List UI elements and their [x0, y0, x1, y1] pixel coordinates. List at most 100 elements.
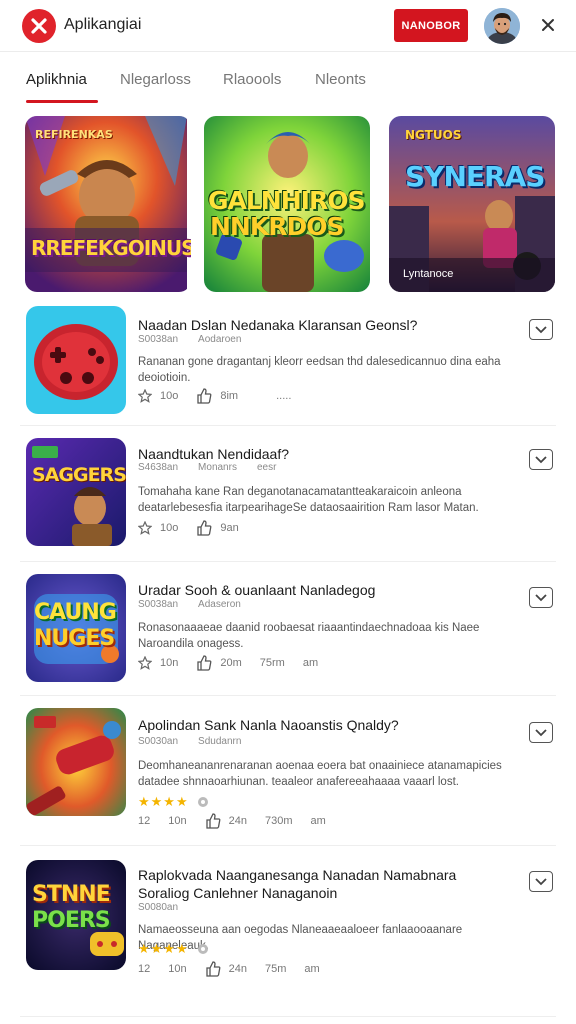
- item-meta: S0080an: [138, 902, 198, 913]
- item-description: Rananan gone dragantanj kleorr eedsan th…: [138, 356, 501, 384]
- saggers-game-icon: SAGGERS: [26, 438, 126, 546]
- time-ago: am: [310, 815, 326, 827]
- divider: [20, 1016, 556, 1017]
- rating-count: 10o: [160, 522, 179, 534]
- banner-1-art-subtitle: REFIRENKAS: [35, 128, 113, 141]
- info-icon: [197, 944, 208, 954]
- thumb-2-art-text: SAGGERS: [32, 464, 126, 486]
- item-title[interactable]: Raplokvada Naanganesanga Nanadan Namabna…: [138, 866, 508, 902]
- item-description: Ronasonaaaeae daanid roobaesat riaaantin…: [138, 622, 480, 650]
- item-rating: ★★★★: [138, 794, 209, 810]
- thumb-5-art-text-bottom: POERS: [32, 908, 111, 933]
- item-meta: S0030an Sdudanrn: [138, 736, 261, 747]
- item-meta-id: S0038an: [138, 599, 179, 610]
- item-meta-author: Sdudanrn: [198, 736, 242, 747]
- like-count: 24n: [228, 815, 247, 827]
- rating-stars: ★★★★: [138, 941, 189, 956]
- user-avatar[interactable]: [484, 8, 520, 44]
- thumb-3-art-text-bottom: NUGES: [34, 626, 115, 651]
- chevron-down-icon[interactable]: [529, 871, 553, 892]
- like-button[interactable]: 24n: [205, 813, 247, 829]
- item-title[interactable]: Naandtukan Nendidaaf?: [138, 445, 508, 463]
- time-ago: am: [304, 963, 320, 975]
- item-meta-id: S0038an: [138, 334, 179, 345]
- views-count: 730m: [264, 815, 293, 827]
- item-title[interactable]: Apolindan Sank Nanla Naoanstis Qnaldy?: [138, 716, 508, 734]
- chevron-down-icon[interactable]: [529, 449, 553, 470]
- featured-banner-2[interactable]: GALNHIROS NNKRDOS: [204, 116, 370, 292]
- rating-count: 10n: [168, 815, 187, 827]
- star-rating-icon[interactable]: 10n: [138, 656, 178, 670]
- item-meta-id: S4638an: [138, 462, 179, 473]
- caung-nuges-icon: CAUNG NUGES: [26, 574, 126, 682]
- item-meta: S0038an Adaseron: [138, 599, 261, 610]
- banner-3-art-subtitle: NGTUOS: [405, 128, 462, 142]
- close-icon[interactable]: [536, 13, 560, 37]
- divider: [20, 845, 556, 846]
- divider: [20, 425, 556, 426]
- featured-banner-1[interactable]: RREFEKGOINUS REFIRENKAS: [25, 116, 191, 292]
- item-stats: 12 10n 24n 730m am: [138, 811, 344, 831]
- like-button[interactable]: 8im: [196, 388, 238, 404]
- item-stats: 12 10n 24n 75m am: [138, 959, 338, 979]
- star-rating-icon[interactable]: 10o: [138, 521, 178, 535]
- top-bar: Aplikangiai NANOBOR: [0, 0, 576, 52]
- like-count: 24n: [228, 963, 247, 975]
- views-count: 75m: [264, 963, 287, 975]
- item-stats: 10o 9an: [138, 518, 257, 538]
- chevron-down-icon[interactable]: [529, 319, 553, 340]
- like-count: 20m: [220, 657, 242, 669]
- divider: [20, 695, 556, 696]
- banner-3-art-title: SYNERAS: [405, 160, 545, 193]
- rating-stars: ★★★★: [138, 794, 189, 809]
- featured-banner-3[interactable]: NGTUOS SYNERAS Lyntanoce: [389, 116, 555, 292]
- item-title[interactable]: Naadan Dslan Nedanaka Klaransan Geonsl?: [138, 316, 508, 334]
- rating-count: 10n: [160, 657, 179, 669]
- views-count: 75rm: [259, 657, 285, 669]
- item-meta: S0038an Aodaroen: [138, 334, 261, 345]
- tab-rlaoools[interactable]: Rlaoools: [223, 71, 281, 88]
- like-count: 9an: [220, 522, 239, 534]
- gamepad-icon: [26, 306, 126, 414]
- item-more[interactable]: .....: [276, 390, 291, 402]
- item-rating: ★★★★: [138, 941, 209, 957]
- active-tab-indicator: [26, 100, 98, 103]
- thumb-5-art-text-top: STNNE: [32, 882, 111, 907]
- tab-aplikhnia[interactable]: Aplikhnia: [26, 71, 87, 88]
- item-meta-author: Adaseron: [198, 599, 241, 610]
- item-meta-id: S0030an: [138, 736, 179, 747]
- like-button[interactable]: 20m: [196, 655, 242, 671]
- info-icon: [197, 797, 208, 807]
- banner-2-art-title-bottom: NNKRDOS: [210, 212, 344, 241]
- banner-1-art-title: RREFEKGOINUS: [31, 236, 191, 260]
- item-meta-author: Monanrs: [198, 462, 237, 473]
- chevron-down-icon[interactable]: [529, 587, 553, 608]
- divider: [20, 561, 556, 562]
- item-meta-author: Aodaroen: [198, 334, 242, 345]
- item-stats: 10o 8im .....: [138, 386, 309, 406]
- item-description: Tomahaha kane Ran deganotanacamatantteak…: [138, 486, 479, 514]
- chevron-down-icon[interactable]: [529, 722, 553, 743]
- app-logo-icon[interactable]: [22, 9, 56, 43]
- item-title[interactable]: Uradar Sooh & ouanlaant Nanladegog: [138, 581, 508, 599]
- rating-count: 10n: [168, 963, 187, 975]
- item-description: Deomhaneananrenaranan aoenaa eoera bat o…: [138, 760, 502, 788]
- like-button[interactable]: 9an: [196, 520, 239, 536]
- tab-nlegarloss[interactable]: Nlegarloss: [120, 71, 191, 88]
- tab-bar: Aplikhnia Nlegarloss Rlaoools Nleonts: [0, 52, 576, 104]
- rating-count: 10o: [160, 390, 179, 402]
- item-meta: S4638an Monanrs eesr: [138, 462, 296, 473]
- tab-nleonts[interactable]: Nleonts: [315, 71, 366, 88]
- like-button[interactable]: 24n: [205, 961, 247, 977]
- primary-action-button[interactable]: NANOBOR: [394, 9, 468, 42]
- stnne-poers-icon: STNNE POERS: [26, 860, 126, 970]
- time-ago: am: [302, 657, 319, 669]
- rocket-game-icon: [26, 708, 126, 816]
- score: 12: [138, 963, 151, 975]
- banner-3-caption: Lyntanoce: [403, 268, 454, 280]
- item-meta-id: S0080an: [138, 902, 179, 913]
- thumb-3-art-text-top: CAUNG: [34, 600, 117, 625]
- banner-2-art-title-top: GALNHIROS: [208, 186, 365, 215]
- score: 12: [138, 815, 151, 827]
- star-rating-icon[interactable]: 10o: [138, 389, 178, 403]
